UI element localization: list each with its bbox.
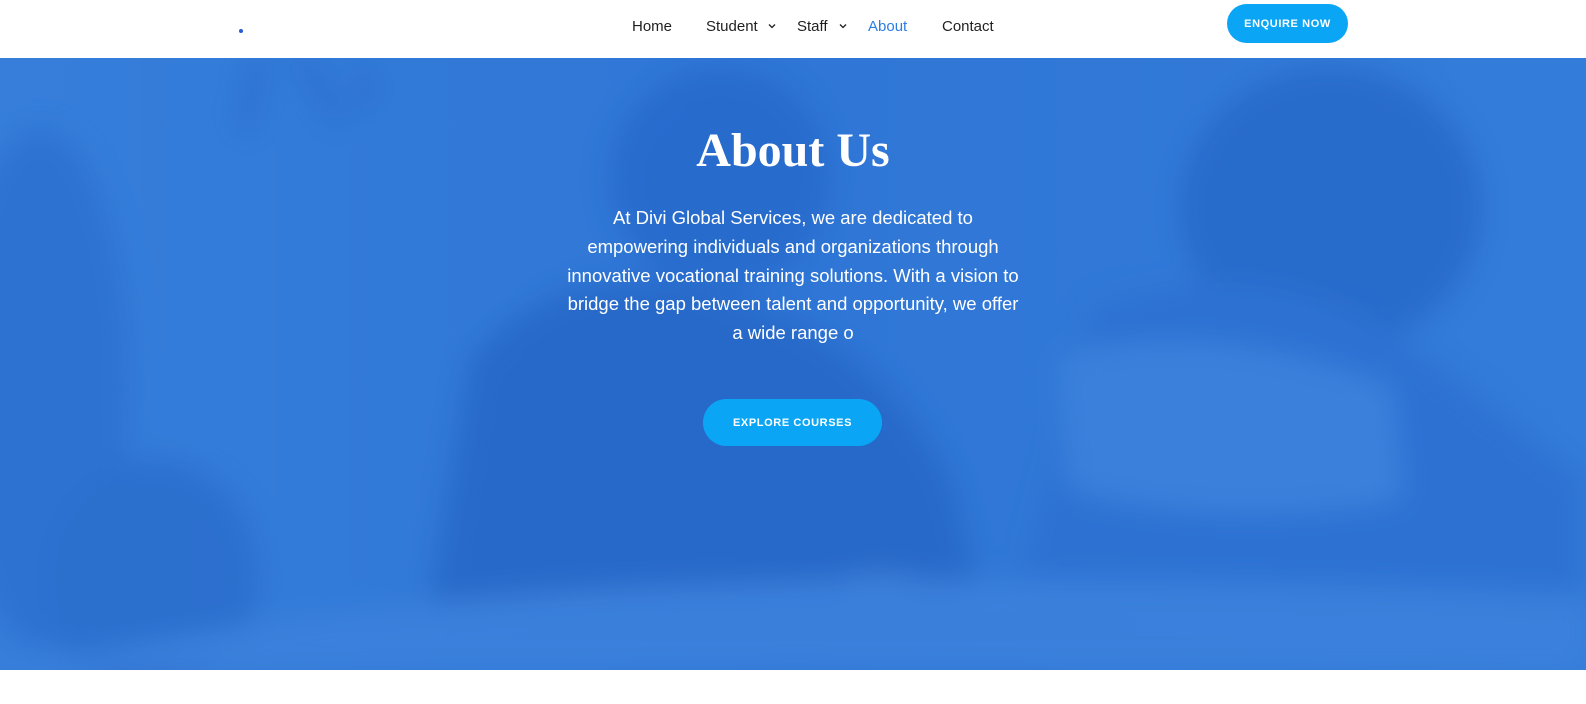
- logo[interactable]: [239, 29, 243, 33]
- nav-item-label: Staff: [797, 18, 828, 35]
- nav-item-label: Student: [706, 18, 758, 35]
- nav-item-staff[interactable]: Staff: [797, 17, 847, 37]
- nav-item-label: Contact: [942, 18, 994, 35]
- nav-item-label: Home: [632, 18, 673, 35]
- nav-item-student[interactable]: Student: [706, 17, 776, 37]
- site-header: Home Student Staff About Contact ENQUIRE…: [0, 0, 1586, 58]
- chevron-down-icon: [839, 22, 847, 30]
- hero-section: About Us At Divi Global Services, we are…: [0, 58, 1586, 670]
- hero-description: At Divi Global Services, we are dedicate…: [567, 207, 1019, 344]
- nav-item-label: About: [868, 18, 908, 35]
- explore-courses-button[interactable]: EXPLORE COURSES: [703, 399, 882, 446]
- chevron-down-icon: [768, 22, 776, 30]
- page-title: About Us: [696, 124, 890, 177]
- nav-item-home[interactable]: Home: [632, 17, 672, 37]
- nav-item-about[interactable]: About: [868, 17, 907, 37]
- enquire-now-button[interactable]: ENQUIRE NOW: [1227, 4, 1348, 43]
- nav-item-contact[interactable]: Contact: [942, 17, 994, 37]
